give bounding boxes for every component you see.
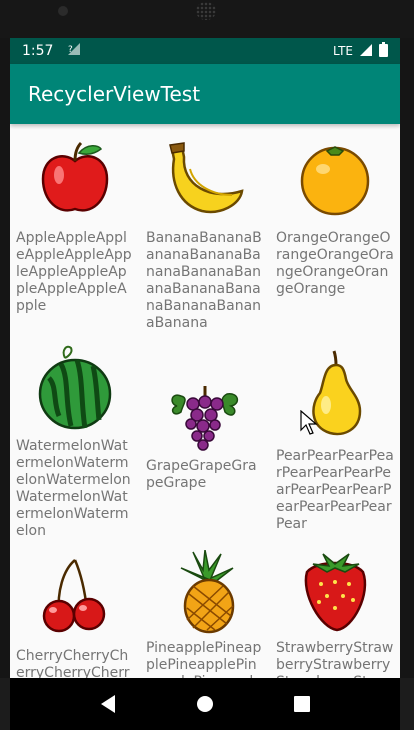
list-item[interactable]: WatermelonWatermelonWatermelonWatermelon… (16, 332, 146, 540)
fruit-name: WatermelonWatermelonWatermelonWatermelon… (16, 438, 131, 539)
orange-icon (280, 134, 390, 224)
navigation-bar (10, 678, 400, 730)
app-title: RecyclerViewTest (28, 82, 201, 106)
status-time: 1:57 (22, 43, 54, 59)
fruit-name: OrangeOrangeOrangeOrangeOrangeOrangeOran… (276, 230, 394, 297)
fruit-grid[interactable]: AppleAppleAppleAppleAppleAppleAppleApple… (10, 124, 400, 678)
banana-icon (150, 134, 260, 224)
speaker-grille (196, 2, 216, 20)
list-item[interactable]: GrapeGrapeGrapeGrape (146, 332, 276, 540)
mouse-cursor-icon (300, 409, 318, 440)
fruit-name: StrawberryStrawberryStrawberryStrawberry… (276, 640, 394, 678)
list-item[interactable]: BananaBananaBananaBananaBananaBananaBana… (146, 124, 276, 332)
list-item[interactable]: AppleAppleAppleAppleAppleAppleAppleApple… (16, 124, 146, 332)
svg-text:?: ? (68, 45, 73, 55)
device-bezel (0, 0, 414, 38)
fruit-name: PearPearPearPearPearPearPearPearPearPear… (276, 448, 394, 532)
apple-icon (20, 134, 130, 224)
fruit-name: BananaBananaBananaBananaBananaBananaBana… (146, 230, 262, 331)
fruit-name: CherryCherryCherryCherryCherryCherryCher… (16, 648, 130, 678)
network-type: LTE (333, 44, 353, 58)
pineapple-icon (150, 550, 260, 634)
home-icon[interactable] (193, 692, 217, 716)
screen: 1:57 ? LTE RecyclerViewTest AppleAppleAp… (10, 38, 400, 678)
status-bar: 1:57 ? LTE (10, 38, 400, 64)
grape-icon (150, 342, 260, 452)
wifi-question-icon: ? (67, 42, 81, 60)
watermelon-icon (20, 342, 130, 432)
list-item[interactable]: CherryCherryCherryCherryCherryCherryCher… (16, 540, 146, 678)
list-item[interactable]: PearPearPearPearPearPearPearPearPearPear… (276, 332, 400, 540)
camera-icon (58, 6, 68, 16)
signal-icon (359, 43, 373, 60)
cherry-icon (20, 550, 130, 642)
fruit-name: PineapplePineapplePineapplePineapplePine… (146, 640, 262, 678)
fruit-name: AppleAppleAppleAppleAppleAppleAppleApple… (16, 230, 132, 314)
list-item[interactable]: PineapplePineapplePineapplePineapplePine… (146, 540, 276, 678)
app-bar: RecyclerViewTest (10, 64, 400, 124)
device-side-left (0, 38, 10, 678)
device-side-right (400, 38, 414, 678)
list-item[interactable]: OrangeOrangeOrangeOrangeOrangeOrangeOran… (276, 124, 400, 332)
fruit-name: GrapeGrapeGrapeGrape (146, 458, 257, 491)
recents-icon[interactable] (290, 692, 314, 716)
battery-icon (379, 42, 388, 60)
list-item[interactable]: StrawberryStrawberryStrawberryStrawberry… (276, 540, 400, 678)
strawberry-icon (280, 550, 390, 634)
pear-icon (280, 342, 390, 442)
back-icon[interactable] (96, 692, 120, 716)
